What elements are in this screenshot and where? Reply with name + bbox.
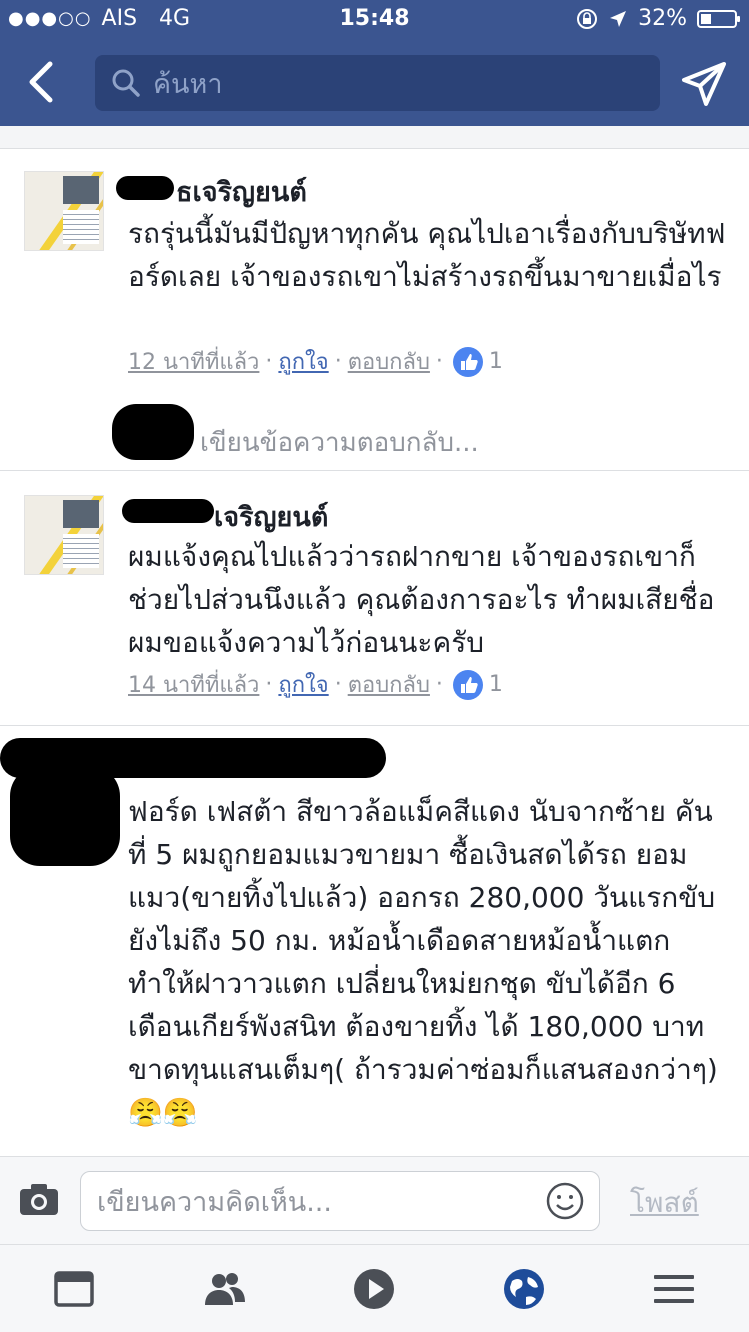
meta-separator: ·: [435, 672, 443, 697]
comment-author[interactable]: ธเจริญยนต์: [176, 170, 307, 213]
chevron-left-icon: [29, 61, 53, 103]
meta-separator: ·: [265, 349, 273, 374]
meta-separator: ·: [334, 672, 342, 697]
like-link[interactable]: ถูกใจ: [278, 344, 328, 379]
battery-icon: [697, 9, 740, 28]
reply-prompt[interactable]: เขียนข้อความตอบกลับ...: [200, 422, 479, 463]
rotation-lock-icon: [577, 8, 598, 29]
like-thumb-icon[interactable]: [452, 669, 483, 700]
comment-text: รถรุ่นนี้มันมีปัญหาทุกคัน คุณไปเอาเรื่อง…: [128, 217, 726, 293]
comment-timestamp[interactable]: 14 นาทีที่แล้ว: [128, 667, 259, 702]
reply-link[interactable]: ตอบกลับ: [348, 667, 430, 702]
send-icon: [682, 62, 726, 106]
comment-text: ฟอร์ด เฟสต้า สีขาวล้อแม็คสีแดง นับจากซ้า…: [128, 795, 718, 1129]
tab-menu[interactable]: [652, 1267, 696, 1311]
redaction-mark: [10, 766, 120, 866]
redaction-mark: [122, 499, 214, 523]
location-arrow-icon: [610, 10, 627, 27]
messenger-button[interactable]: [680, 60, 728, 108]
redaction-mark: [116, 176, 174, 200]
comment-item: ฟอร์ด เฟสต้า สีขาวล้อแม็คสีแดง นับจากซ้า…: [0, 726, 749, 1156]
meta-separator: ·: [334, 349, 342, 374]
emoji-icon[interactable]: [546, 1182, 584, 1220]
app-header: ●●●○○ AIS 4G 15:48 32%: [0, 0, 749, 126]
news-feed-icon: [54, 1271, 94, 1307]
like-count: 1: [488, 672, 503, 697]
notifications-globe-icon: [504, 1269, 544, 1309]
camera-icon[interactable]: [18, 1181, 60, 1217]
comment-meta: 14 นาทีที่แล้ว · ถูกใจ · ตอบกลับ · 1: [128, 667, 503, 702]
tab-notifications[interactable]: [502, 1267, 546, 1311]
status-bar: ●●●○○ AIS 4G 15:48 32%: [0, 0, 749, 40]
tab-video[interactable]: [352, 1267, 396, 1311]
comment-item: เจริญยนต์ ผมแจ้งคุณไปแล้วว่ารถฝากขาย เจ้…: [0, 471, 749, 725]
like-count: 1: [488, 349, 503, 374]
comment-composer: โพสต์: [0, 1156, 749, 1245]
avatar[interactable]: [24, 171, 104, 251]
reply-link[interactable]: ตอบกลับ: [348, 344, 430, 379]
comment-meta: 12 นาทีที่แล้ว · ถูกใจ · ตอบกลับ · 1: [128, 344, 503, 379]
friends-icon: [205, 1273, 245, 1305]
meta-separator: ·: [435, 349, 443, 374]
comment-field[interactable]: [80, 1171, 600, 1232]
reply-composer-row[interactable]: เขียนข้อความตอบกลับ...: [112, 398, 732, 462]
meta-separator: ·: [265, 672, 273, 697]
search-input[interactable]: [151, 55, 645, 113]
tab-friends[interactable]: [202, 1267, 246, 1311]
comment-author[interactable]: เจริญยนต์: [214, 495, 328, 538]
comment-text: ผมแจ้งคุณไปแล้วว่ารถฝากขาย เจ้าของรถเขาก…: [128, 540, 715, 659]
comment-input[interactable]: [95, 1172, 539, 1232]
nav-bar: [0, 48, 749, 118]
menu-icon: [654, 1275, 694, 1303]
avatar[interactable]: [24, 495, 104, 575]
like-thumb-icon[interactable]: [452, 346, 483, 377]
comment-timestamp[interactable]: 12 นาทีที่แล้ว: [128, 344, 259, 379]
tab-bar: [0, 1244, 749, 1332]
search-bar[interactable]: [95, 55, 660, 113]
tab-news-feed[interactable]: [52, 1267, 96, 1311]
back-button[interactable]: [22, 56, 72, 108]
video-play-icon: [354, 1269, 394, 1309]
battery-percent: 32%: [638, 6, 687, 31]
search-icon: [112, 69, 140, 97]
redaction-mark: [112, 404, 194, 460]
post-button[interactable]: โพสต์: [630, 1181, 699, 1225]
like-link[interactable]: ถูกใจ: [278, 667, 328, 702]
feed-top-spacer: [0, 126, 749, 149]
